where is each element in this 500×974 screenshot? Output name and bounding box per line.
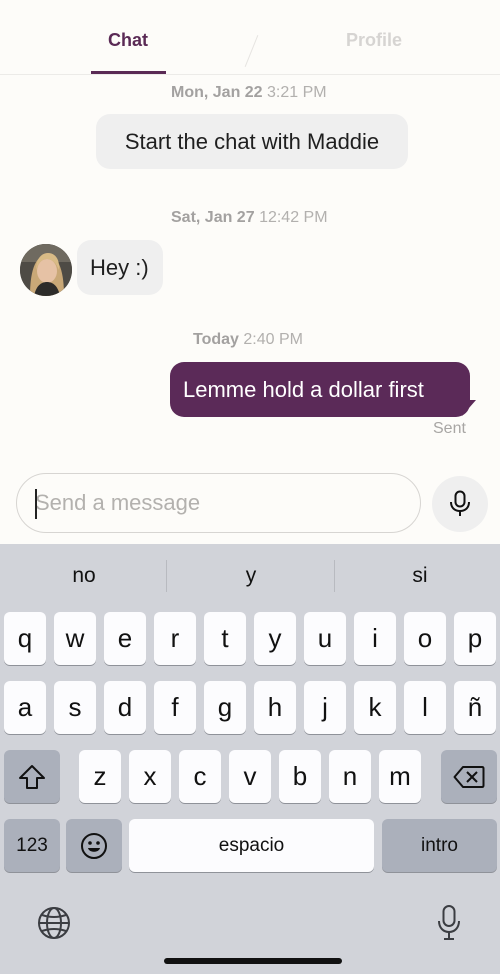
key[interactable]: v <box>229 750 271 803</box>
microphone-icon <box>438 905 460 940</box>
emoji-key[interactable] <box>66 819 122 872</box>
tab-divider <box>244 35 259 67</box>
microphone-icon <box>450 490 470 516</box>
timestamp-day: Today <box>193 331 239 348</box>
suggestion-item[interactable]: no <box>4 564 164 588</box>
timestamp-time: 3:21 PM <box>267 84 327 101</box>
tab-chat[interactable]: Chat <box>108 30 148 51</box>
incoming-message-text: Hey :) <box>90 254 149 280</box>
key[interactable]: u <box>304 612 346 665</box>
message-status: Sent <box>433 420 466 437</box>
key[interactable]: e <box>104 612 146 665</box>
key[interactable]: y <box>254 612 296 665</box>
voice-message-button[interactable] <box>432 476 488 532</box>
numbers-key[interactable]: 123 <box>4 819 60 872</box>
timestamp: Sat, Jan 27 12:42 PM <box>171 209 328 227</box>
emoji-icon <box>81 832 107 859</box>
key[interactable]: z <box>79 750 121 803</box>
key[interactable]: ñ <box>454 681 496 734</box>
active-tab-indicator <box>91 71 166 74</box>
tab-profile[interactable]: Profile <box>346 30 402 51</box>
tab-bar: Chat Profile <box>0 0 500 75</box>
key[interactable]: s <box>54 681 96 734</box>
key[interactable]: k <box>354 681 396 734</box>
key[interactable]: w <box>54 612 96 665</box>
key[interactable]: m <box>379 750 421 803</box>
key[interactable]: x <box>129 750 171 803</box>
dictation-button[interactable] <box>436 904 462 942</box>
key[interactable]: f <box>154 681 196 734</box>
backspace-icon <box>453 765 485 788</box>
key[interactable]: j <box>304 681 346 734</box>
key[interactable]: a <box>4 681 46 734</box>
outgoing-message-text: Lemme hold a dollar first <box>183 376 424 402</box>
globe-icon <box>38 907 70 939</box>
bubble-tail <box>462 400 476 416</box>
backspace-key[interactable] <box>441 750 497 803</box>
key[interactable]: o <box>404 612 446 665</box>
text-caret <box>35 489 37 519</box>
suggestion-bar: no y si <box>0 544 500 606</box>
home-indicator[interactable] <box>164 958 342 964</box>
key[interactable]: i <box>354 612 396 665</box>
shift-icon <box>19 764 45 789</box>
key[interactable]: l <box>404 681 446 734</box>
timestamp: Mon, Jan 22 3:21 PM <box>171 84 327 102</box>
key[interactable]: d <box>104 681 146 734</box>
system-message-bubble: Start the chat with Maddie <box>96 114 408 169</box>
timestamp-day: Sat, Jan 27 <box>171 209 255 226</box>
outgoing-message-bubble[interactable]: Lemme hold a dollar first <box>170 362 470 417</box>
suggestion-item[interactable]: y <box>171 564 331 588</box>
keyboard: no y si q w e r t y u i o p a s d f g h … <box>0 544 500 974</box>
system-message-text: Start the chat with Maddie <box>124 128 380 154</box>
message-input[interactable] <box>35 474 405 532</box>
incoming-message-bubble[interactable]: Hey :) <box>77 240 163 295</box>
shift-key[interactable] <box>4 750 60 803</box>
key[interactable]: n <box>329 750 371 803</box>
suggestion-divider <box>334 560 335 592</box>
avatar-photo <box>20 244 72 296</box>
key[interactable]: c <box>179 750 221 803</box>
avatar[interactable] <box>20 244 72 296</box>
key[interactable]: r <box>154 612 196 665</box>
key[interactable]: q <box>4 612 46 665</box>
message-composer <box>16 473 421 533</box>
key[interactable]: p <box>454 612 496 665</box>
key[interactable]: b <box>279 750 321 803</box>
timestamp: Today 2:40 PM <box>193 331 303 349</box>
key[interactable]: g <box>204 681 246 734</box>
timestamp-time: 12:42 PM <box>259 209 328 226</box>
key[interactable]: h <box>254 681 296 734</box>
timestamp-day: Mon, Jan 22 <box>171 84 263 101</box>
timestamp-time: 2:40 PM <box>243 331 303 348</box>
key[interactable]: t <box>204 612 246 665</box>
suggestion-item[interactable]: si <box>340 564 500 588</box>
globe-button[interactable] <box>36 905 72 941</box>
return-key[interactable]: intro <box>382 819 497 872</box>
space-key[interactable]: espacio <box>129 819 374 872</box>
suggestion-divider <box>166 560 167 592</box>
